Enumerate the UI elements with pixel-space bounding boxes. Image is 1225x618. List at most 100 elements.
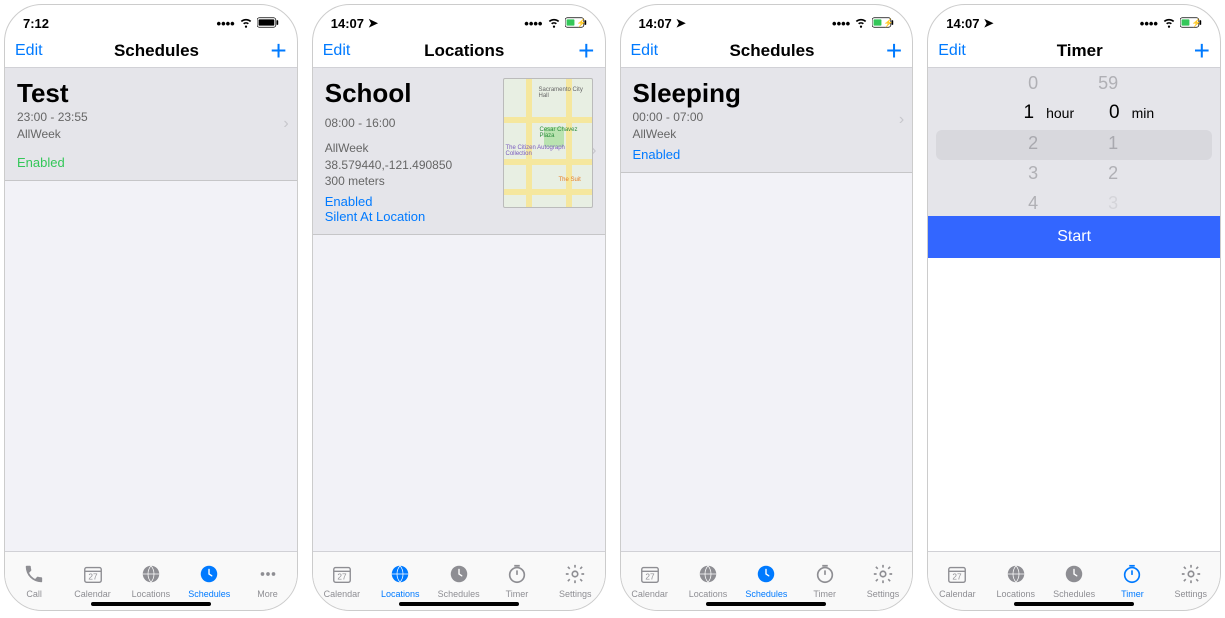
more-icon xyxy=(257,563,279,587)
status-time: 14:07 xyxy=(331,16,364,31)
tab-calendar[interactable]: 27 Calendar xyxy=(313,552,371,610)
phone-screen-locations: 14:07 ➤ •••• ⚡ Edit Locations + School 08… xyxy=(312,4,606,611)
picker-selection-band xyxy=(936,130,1212,160)
status-indicators: •••• ⚡ xyxy=(832,15,894,32)
content-area: Test 23:00 - 23:55 AllWeek Enabled › xyxy=(5,68,297,551)
cellular-icon: •••• xyxy=(832,16,850,31)
min-unit: min xyxy=(1132,105,1155,121)
home-indicator[interactable] xyxy=(1014,602,1134,606)
add-button[interactable]: + xyxy=(886,41,902,61)
tab-label: Calendar xyxy=(631,589,668,599)
hour-unit: hour xyxy=(1046,105,1074,121)
schedule-card[interactable]: Sleeping 00:00 - 07:00 AllWeek Enabled › xyxy=(621,68,913,173)
edit-button[interactable]: Edit xyxy=(938,42,966,60)
schedule-title: Sleeping xyxy=(633,78,901,109)
tab-label: Locations xyxy=(132,589,171,599)
edit-button[interactable]: Edit xyxy=(631,42,659,60)
home-indicator[interactable] xyxy=(91,602,211,606)
tab-settings[interactable]: Settings xyxy=(546,552,604,610)
home-indicator[interactable] xyxy=(399,602,519,606)
phone-screen-timer: 14:07➤ •••• ⚡ Edit Timer + 0 1hour 2 3 4… xyxy=(927,4,1221,611)
schedule-time: 23:00 - 23:55 xyxy=(17,109,285,126)
status-bar: 7:12 •••• xyxy=(5,5,297,35)
tab-label: Timer xyxy=(506,589,529,599)
settings-icon xyxy=(1180,563,1202,587)
calendar-icon: 27 xyxy=(331,563,353,587)
edit-button[interactable]: Edit xyxy=(323,42,351,60)
locations-icon xyxy=(1005,563,1027,587)
wifi-icon xyxy=(547,15,561,32)
nav-bar: Edit Timer + xyxy=(928,35,1220,68)
tab-label: Calendar xyxy=(74,589,111,599)
tab-label: Schedules xyxy=(745,589,787,599)
tab-more[interactable]: More xyxy=(238,552,296,610)
home-indicator[interactable] xyxy=(706,602,826,606)
chevron-right-icon: › xyxy=(283,115,288,133)
svg-text:27: 27 xyxy=(88,573,98,582)
location-arrow-icon: ➤ xyxy=(984,16,994,30)
status-time: 14:07 xyxy=(946,16,979,31)
add-button[interactable]: + xyxy=(270,41,286,61)
status-bar: 14:07 ➤ •••• ⚡ xyxy=(313,5,605,35)
locations-icon xyxy=(697,563,719,587)
add-button[interactable]: + xyxy=(1194,41,1210,61)
map-label: Cesar Chavez Plaza xyxy=(540,127,592,139)
picker-selected-min: 0 xyxy=(1080,98,1120,128)
tab-label: Settings xyxy=(559,589,592,599)
add-button[interactable]: + xyxy=(578,41,594,61)
tab-settings[interactable]: Settings xyxy=(1162,552,1220,610)
location-arrow-icon: ➤ xyxy=(676,16,686,30)
picker-selected-hour: 1 xyxy=(994,98,1034,128)
settings-icon xyxy=(564,563,586,587)
start-button[interactable]: Start xyxy=(928,216,1220,258)
content-area: School 08:00 - 16:00 AllWeek 38.579440,-… xyxy=(313,68,605,551)
status-indicators: •••• ⚡ xyxy=(1140,15,1202,32)
svg-text:⚡: ⚡ xyxy=(884,17,894,27)
status-bar: 14:07➤ •••• ⚡ xyxy=(621,5,913,35)
timer-icon xyxy=(814,563,836,587)
chevron-right-icon: › xyxy=(899,111,904,129)
svg-text:27: 27 xyxy=(337,573,347,582)
nav-title: Timer xyxy=(1057,41,1103,61)
tab-label: Locations xyxy=(381,589,420,599)
svg-text:⚡: ⚡ xyxy=(1192,17,1202,27)
timer-icon xyxy=(506,563,528,587)
tab-label: Settings xyxy=(1175,589,1208,599)
tab-label: Calendar xyxy=(324,589,361,599)
nav-bar: Edit Schedules + xyxy=(621,35,913,68)
edit-button[interactable]: Edit xyxy=(15,42,43,60)
status-indicators: •••• ⚡ xyxy=(524,15,586,32)
location-arrow-icon: ➤ xyxy=(368,16,378,30)
nav-bar: Edit Schedules + xyxy=(5,35,297,68)
tab-label: Timer xyxy=(1121,589,1144,599)
cellular-icon: •••• xyxy=(1140,16,1158,31)
battery-charging-icon: ⚡ xyxy=(872,16,894,31)
schedule-days: AllWeek xyxy=(633,126,901,143)
tab-label: Schedules xyxy=(188,589,230,599)
content-area: 0 1hour 2 3 4 57 58 59 0min 1 2 3 Start xyxy=(928,68,1220,551)
nav-bar: Edit Locations + xyxy=(313,35,605,68)
tab-label: Timer xyxy=(813,589,836,599)
schedule-status: Enabled xyxy=(17,155,285,170)
schedule-time: 00:00 - 07:00 xyxy=(633,109,901,126)
schedule-card[interactable]: Test 23:00 - 23:55 AllWeek Enabled › xyxy=(5,68,297,181)
cellular-icon: •••• xyxy=(524,16,542,31)
battery-icon xyxy=(257,16,279,31)
tab-settings[interactable]: Settings xyxy=(854,552,912,610)
wifi-icon xyxy=(854,15,868,32)
tab-calendar[interactable]: 27Calendar xyxy=(928,552,986,610)
tab-call[interactable]: Call xyxy=(5,552,63,610)
svg-text:27: 27 xyxy=(645,573,655,582)
tab-label: Settings xyxy=(867,589,900,599)
schedules-icon xyxy=(198,563,220,587)
calendar-icon: 27 xyxy=(82,563,104,587)
svg-text:⚡: ⚡ xyxy=(576,17,586,27)
locations-icon xyxy=(389,563,411,587)
tab-label: More xyxy=(257,589,278,599)
location-card[interactable]: School 08:00 - 16:00 AllWeek 38.579440,-… xyxy=(313,68,605,235)
schedules-icon xyxy=(448,563,470,587)
map-label: The Suit xyxy=(559,177,581,183)
schedule-title: Test xyxy=(17,78,285,109)
time-picker[interactable]: 0 1hour 2 3 4 57 58 59 0min 1 2 3 xyxy=(928,68,1220,216)
tab-calendar[interactable]: 27 Calendar xyxy=(621,552,679,610)
